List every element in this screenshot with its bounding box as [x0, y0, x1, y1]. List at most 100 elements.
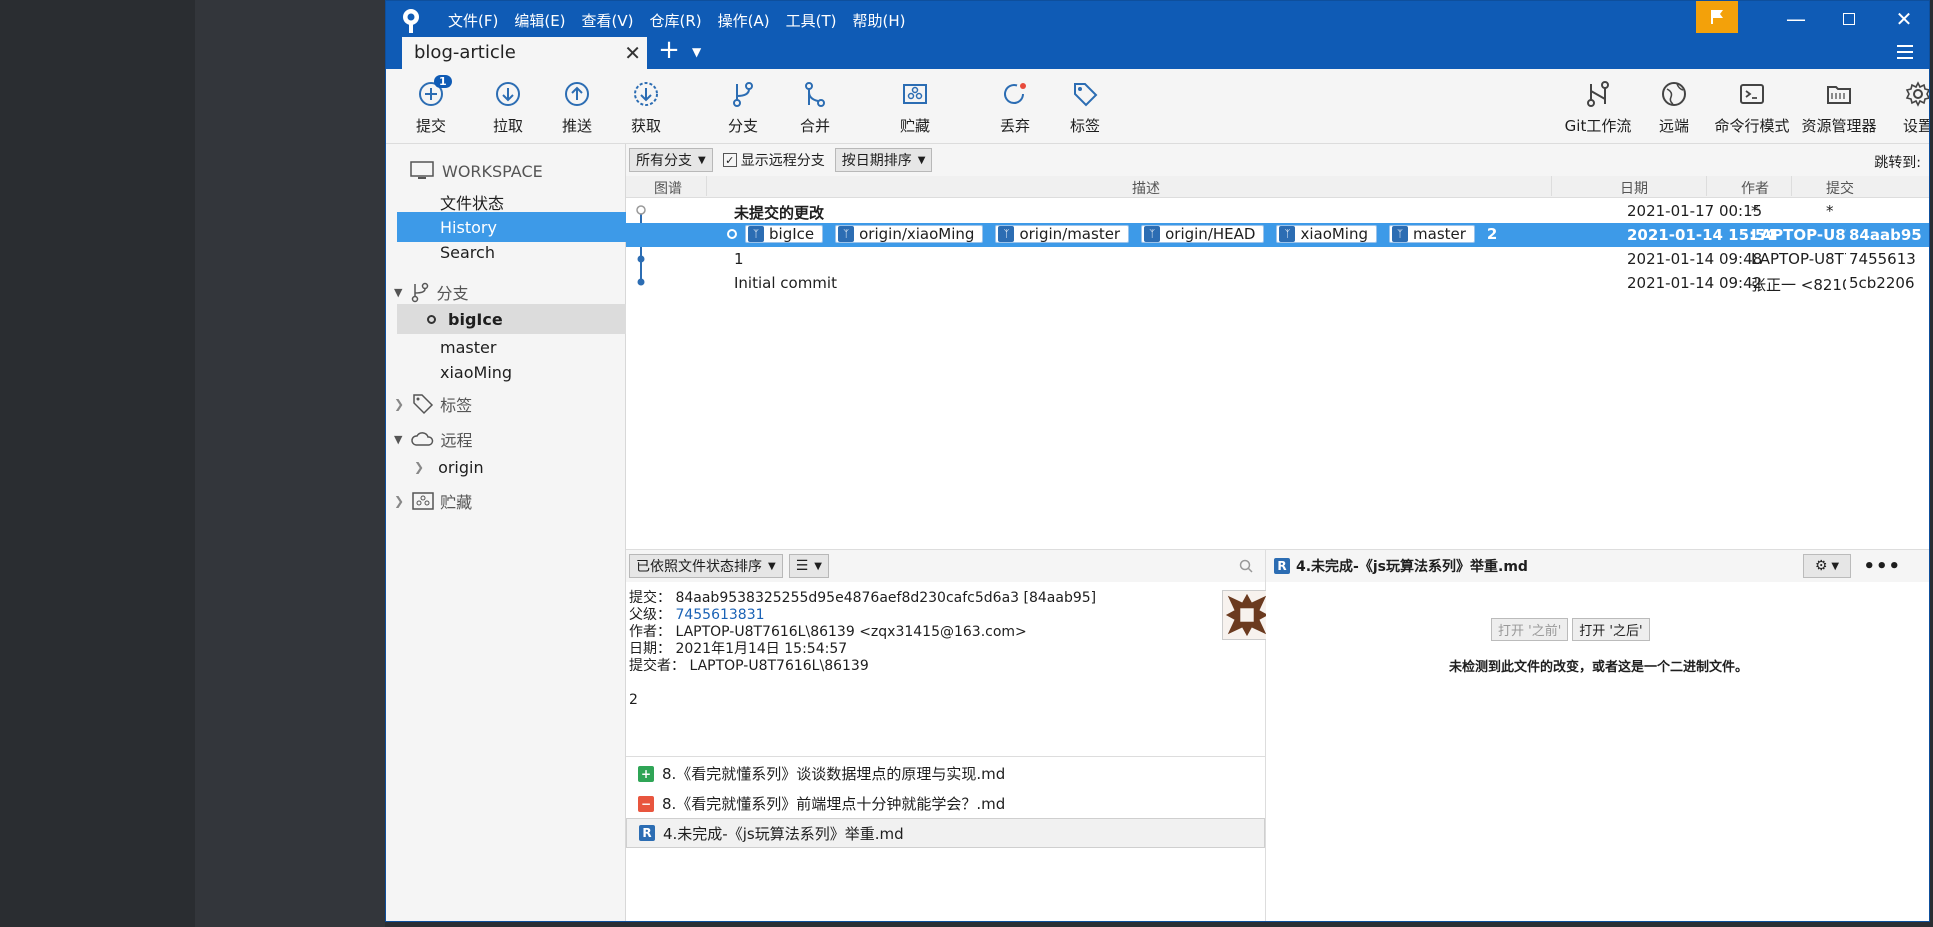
search-label: Search	[440, 242, 495, 262]
list-item-selected[interactable]: R 4.未完成-《js玩算法系列》举重.md	[626, 818, 1265, 848]
commit-button[interactable]: 1 提交	[396, 75, 466, 136]
push-button[interactable]: 推送	[542, 79, 612, 136]
view-mode-dropdown[interactable]: ☰ ▼	[788, 554, 829, 578]
discard-button[interactable]: 丢弃	[980, 79, 1050, 136]
remote-button[interactable]: 远端	[1639, 79, 1709, 136]
stash-label: 贮藏	[899, 117, 930, 135]
minimize-button[interactable]: —	[1778, 5, 1814, 33]
commit-author: LAPTOP-U8T7	[1751, 250, 1846, 268]
terminal-label: 命令行模式	[1714, 117, 1790, 135]
branch-tag[interactable]: ᛉ origin/HEAD	[1141, 225, 1265, 243]
tag-button[interactable]: 标签	[1050, 79, 1120, 136]
menu-view[interactable]: 查看(V)	[574, 7, 642, 34]
push-icon	[565, 82, 589, 106]
maximize-button[interactable]	[1831, 5, 1867, 33]
branch-tag[interactable]: ᛉ master	[1389, 225, 1475, 243]
table-row[interactable]: 1 2021-01-14 09:48 LAPTOP-U8T7 7455613	[626, 247, 1929, 271]
commit-hash: *	[1826, 202, 1834, 220]
hamburger-menu-icon[interactable]	[1894, 41, 1916, 63]
file-sort-dropdown[interactable]: 已依照文件状态排序 ▼	[629, 554, 783, 578]
column-author[interactable]: 作者	[1741, 178, 1769, 198]
gitflow-icon	[1587, 81, 1609, 107]
gitflow-button[interactable]: Git工作流	[1563, 79, 1633, 136]
branches-section-header[interactable]: ▼ 分支	[386, 277, 626, 307]
file-sort-label: 已依照文件状态排序	[636, 559, 762, 575]
fetch-button[interactable]: 获取	[611, 79, 681, 136]
flag-button[interactable]	[1696, 1, 1738, 33]
branch-icon: ᛉ	[998, 226, 1015, 242]
commit-hash: 84aab95	[1849, 226, 1922, 244]
repo-tab[interactable]: blog-article ✕	[402, 37, 647, 69]
menu-tools[interactable]: 工具(T)	[778, 7, 845, 34]
menu-help[interactable]: 帮助(H)	[844, 7, 913, 34]
explorer-button[interactable]: 资源管理器	[1802, 79, 1877, 136]
settings-button[interactable]: 设置	[1883, 79, 1929, 136]
commit-label: 提交	[415, 117, 446, 135]
remotes-section-header[interactable]: ▼ 远程	[386, 424, 626, 454]
commit-detail-panel: 已依照文件状态排序 ▼ ☰ ▼ 提交： 84aab9538325255d95e4…	[626, 549, 1272, 921]
gitflow-label: Git工作流	[1564, 117, 1632, 135]
diff-options-dropdown[interactable]: ⚙ ▼	[1803, 554, 1851, 578]
column-commit[interactable]: 提交	[1826, 178, 1854, 198]
merge-label: 合并	[799, 117, 830, 135]
menu-repository[interactable]: 仓库(R)	[642, 7, 710, 34]
list-item[interactable]: − 8.《看完就懂系列》前端埋点十分钟就能学会？.md	[626, 788, 1265, 818]
commit-label: 提交：	[629, 590, 671, 606]
stash-button[interactable]: 贮藏	[880, 79, 950, 136]
table-row-selected[interactable]: ᛉ bigIce ᛉ origin/xiaoMing ᛉ origin/master …	[626, 223, 1929, 247]
parent-link[interactable]: 7455613831	[675, 607, 764, 623]
column-date[interactable]: 日期	[1620, 178, 1648, 198]
file-removed-icon: −	[638, 795, 654, 812]
open-after-button[interactable]: 打开 '之后'	[1572, 618, 1650, 641]
new-tab-button[interactable]: +	[654, 37, 684, 67]
file-status-label: 文件状态	[440, 194, 505, 213]
table-row[interactable]: Initial commit 2021-01-14 09:42 张正一 <821…	[626, 271, 1929, 295]
branch-filter-label: 所有分支	[636, 153, 692, 169]
branch-icon	[412, 282, 429, 303]
show-remote-checkbox[interactable]: ✓ 显示远程分支	[722, 150, 825, 170]
commit-author: LAPTOP-U8T	[1751, 226, 1846, 244]
close-window-button[interactable]: ✕	[1886, 5, 1922, 33]
sidebar-item-branch[interactable]: xiaoMing	[386, 357, 626, 387]
avatar	[1222, 590, 1272, 640]
terminal-button[interactable]: 命令行模式	[1714, 79, 1790, 136]
workspace-label: WORKSPACE	[442, 161, 543, 181]
menu-edit[interactable]: 编辑(E)	[506, 7, 573, 34]
merge-button[interactable]: 合并	[780, 79, 850, 136]
history-filters: 所有分支 ▼ ✓ 显示远程分支 按日期排序 ▼ 跳转到:	[626, 144, 1929, 176]
file-name: 4.未完成-《js玩算法系列》举重.md	[663, 824, 904, 843]
tab-dropdown-icon[interactable]: ▼	[692, 45, 701, 59]
branch-tag[interactable]: ᛉ bigIce	[745, 225, 824, 243]
list-item[interactable]: + 8.《看完就懂系列》谈谈数据埋点的原理与实现.md	[626, 758, 1265, 788]
stashes-section-header[interactable]: ❯ 贮藏	[386, 486, 626, 516]
branch-button[interactable]: 分支	[708, 79, 778, 136]
push-label: 推送	[561, 117, 592, 135]
table-row[interactable]: 未提交的更改 2021-01-17 00:15 * *	[626, 199, 1929, 223]
jump-to-label[interactable]: 跳转到:	[1874, 152, 1921, 172]
branch-filter-dropdown[interactable]: 所有分支 ▼	[629, 148, 713, 172]
list-icon: ☰	[795, 558, 809, 574]
menu-file[interactable]: 文件(F)	[440, 7, 506, 34]
sidebar-item-search[interactable]: Search	[386, 237, 626, 267]
branches-header-label: 分支	[436, 284, 469, 303]
branch-tag[interactable]: ᛉ origin/master	[995, 225, 1130, 243]
sort-order-dropdown[interactable]: 按日期排序 ▼	[834, 148, 933, 172]
sidebar-item-remote-origin[interactable]: ❯ origin	[386, 452, 626, 482]
search-icon[interactable]	[1239, 559, 1253, 573]
pull-button[interactable]: 拉取	[473, 79, 543, 136]
menu-actions[interactable]: 操作(A)	[710, 7, 778, 34]
cloud-icon	[411, 432, 434, 446]
open-before-button[interactable]: 打开 '之前'	[1491, 618, 1569, 641]
column-description[interactable]: 描述	[1132, 178, 1160, 198]
branch-icon: ᛉ	[1279, 226, 1296, 242]
sidebar-item-branch-current[interactable]: bigIce	[397, 304, 626, 334]
branch-tag[interactable]: ᛉ origin/xiaoMing	[835, 225, 984, 243]
tags-section-header[interactable]: ❯ 标签	[386, 389, 626, 419]
terminal-icon	[1740, 84, 1764, 104]
tab-close-icon[interactable]: ✕	[624, 41, 641, 65]
more-options-icon[interactable]: •••	[1863, 556, 1901, 577]
menu-bar: 文件(F) 编辑(E) 查看(V) 仓库(R) 操作(A) 工具(T) 帮助(H…	[440, 7, 913, 34]
workspace-header[interactable]: WORKSPACE	[410, 156, 650, 186]
branch-tag[interactable]: ᛉ xiaoMing	[1276, 225, 1378, 243]
column-graph[interactable]: 图谱	[654, 178, 682, 198]
